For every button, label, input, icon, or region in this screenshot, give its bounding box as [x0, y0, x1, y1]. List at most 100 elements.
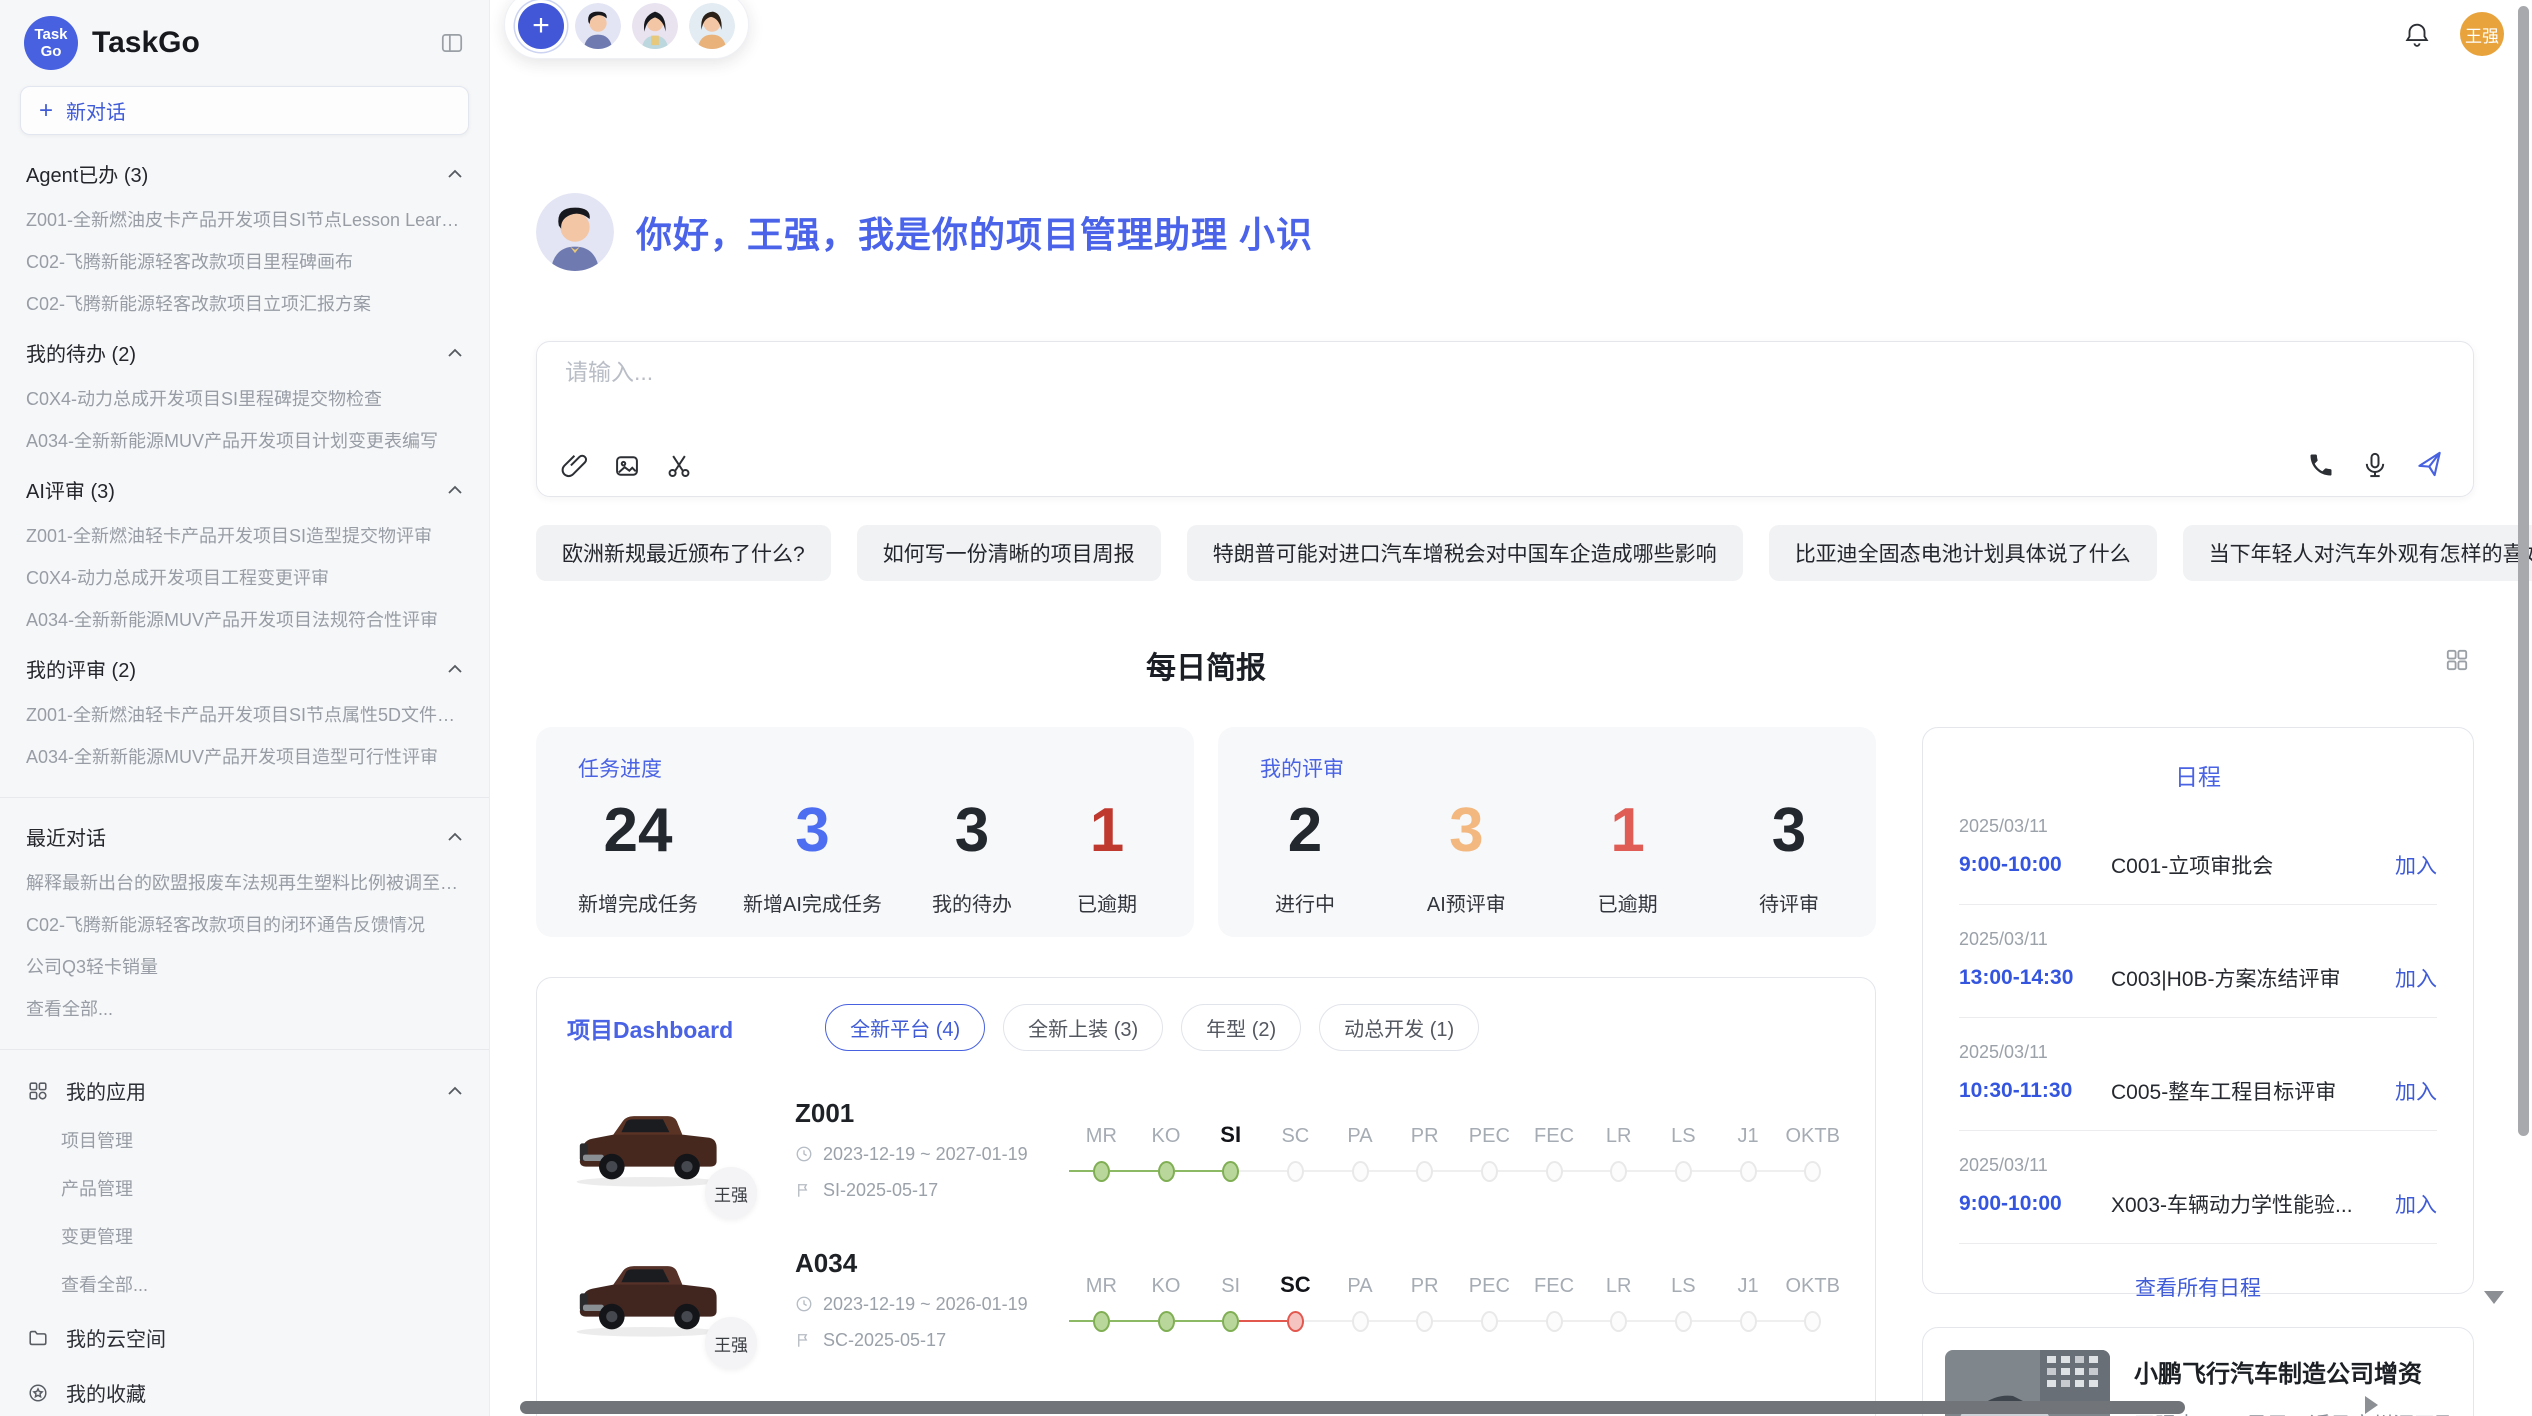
section-ai-review[interactable]: AI评审 (3) [26, 475, 463, 504]
recent-chat-item[interactable]: 解释最新出台的欧盟报废车法规再生塑料比例被调至15%... [26, 874, 463, 893]
scroll-right-arrow[interactable] [2365, 1396, 2378, 1414]
apps-view-all[interactable]: 查看全部... [61, 1271, 463, 1297]
chevron-up-icon [447, 348, 463, 358]
event-time: 10:30-11:30 [1959, 1079, 2111, 1103]
recent-chat-item[interactable]: C02-飞腾新能源轻客改款项目的闭环通告反馈情况 [26, 916, 463, 935]
suggestion-chip[interactable]: 欧洲新规最近颁布了什么? [536, 525, 831, 581]
favorites-label: 我的收藏 [66, 1378, 146, 1407]
sidebar-task-item[interactable]: C0X4-动力总成开发项目工程变更评审 [26, 569, 463, 588]
attachment-icon[interactable] [561, 452, 589, 480]
sidebar-collapse-icon[interactable] [439, 30, 465, 56]
project-owner-badge: 王强 [705, 1317, 757, 1369]
project-dashboard-card: 项目Dashboard 全新平台 (4) 全新上装 (3) 年型 (2) 动总开… [536, 977, 1876, 1416]
pickup-truck-image [567, 1247, 727, 1343]
phone-call-icon[interactable] [2307, 451, 2335, 479]
sidebar-task-item[interactable]: A034-全新新能源MUV产品开发项目造型可行性评审 [26, 748, 463, 767]
sidebar-task-item[interactable]: Z001-全新燃油轻卡产品开发项目SI造型提交物评审 [26, 527, 463, 546]
event-date: 2025/03/11 [1959, 1042, 2437, 1063]
join-link[interactable]: 加入 [2395, 1076, 2437, 1106]
composer-right-icons [2307, 450, 2445, 480]
sidebar-task-item[interactable]: C0X4-动力总成开发项目SI里程碑提交物检查 [26, 390, 463, 409]
sidebar-task-item[interactable]: C02-飞腾新能源轻客改款项目里程碑画布 [26, 253, 463, 272]
milestone-mr: MR [1069, 1266, 1134, 1332]
scissors-icon[interactable] [665, 452, 693, 480]
agent-avatar-1[interactable] [575, 3, 621, 49]
event-name: C003|H0B-方案冻结评审 [2111, 963, 2395, 993]
vertical-scrollbar[interactable] [2518, 6, 2529, 1136]
flag-icon [795, 1181, 813, 1199]
sidebar-task-item[interactable]: A034-全新新能源MUV产品开发项目法规符合性评审 [26, 611, 463, 630]
app-item-change-mgmt[interactable]: 变更管理 [61, 1223, 463, 1249]
section-label: Agent已办 (3) [26, 159, 148, 188]
tab-new-body[interactable]: 全新上装 (3) [1003, 1004, 1163, 1051]
send-icon[interactable] [2415, 450, 2445, 480]
project-row[interactable]: 王强 Z001 2023-12-19 ~ 2027-01-19 [567, 1097, 1845, 1201]
milestone-track: MRKOSISCPAPRPECFECLRLSJ1OKTB [1069, 1266, 1845, 1332]
sidebar-item-cloud-space[interactable]: 我的云空间 [26, 1323, 463, 1352]
milestone-pec: PEC [1457, 1116, 1522, 1182]
project-row[interactable]: 王强 A034 2023-12-19 ~ 2026-01-19 [567, 1247, 1845, 1351]
join-link[interactable]: 加入 [2395, 1189, 2437, 1219]
sidebar-divider [0, 797, 489, 798]
sidebar-header: Task Go TaskGo [24, 16, 465, 70]
new-session-button[interactable]: + [518, 3, 564, 49]
tab-model-year[interactable]: 年型 (2) [1181, 1004, 1301, 1051]
stat-in-progress: 2 进行中 [1260, 795, 1350, 917]
section-my-review[interactable]: 我的评审 (2) [26, 654, 463, 683]
microphone-icon[interactable] [2361, 451, 2389, 479]
sidebar-task-item[interactable]: A034-全新新能源MUV产品开发项目计划变更表编写 [26, 432, 463, 451]
horizontal-scrollbar[interactable] [520, 1401, 2185, 1414]
join-link[interactable]: 加入 [2395, 850, 2437, 880]
section-recent-chats[interactable]: 最近对话 [26, 822, 463, 851]
section-label: 最近对话 [26, 822, 106, 851]
sidebar: Task Go TaskGo + 新对话 Agent已办 (3) Z001-全新… [0, 0, 490, 1416]
layout-grid-icon[interactable] [2444, 647, 2470, 678]
schedule-event: 2025/03/11 9:00-10:00 X003-车辆动力学性能验... 加… [1959, 1155, 2437, 1244]
tab-new-platform[interactable]: 全新平台 (4) [825, 1004, 985, 1051]
recent-chat-item[interactable]: 公司Q3轻卡销量 [26, 958, 463, 977]
section-my-todo[interactable]: 我的待办 (2) [26, 338, 463, 367]
my-review-card: 我的评审 2 进行中 3 AI预评审 [1218, 727, 1876, 937]
sidebar-item-favorites[interactable]: 我的收藏 [26, 1378, 463, 1407]
milestone-oktb: OKTB [1780, 1116, 1845, 1182]
session-switcher: + [504, 0, 749, 59]
section-agent-done[interactable]: Agent已办 (3) [26, 159, 463, 188]
user-avatar[interactable]: 王强 [2460, 12, 2504, 56]
event-time: 9:00-10:00 [1959, 1192, 2111, 1216]
suggestion-chips: 欧洲新规最近颁布了什么? 如何写一份清晰的项目周报 特朗普可能对进口汽车增税会对… [536, 525, 2474, 581]
app-item-project-mgmt[interactable]: 项目管理 [61, 1127, 463, 1153]
suggestion-chip[interactable]: 特朗普可能对进口汽车增税会对中国车企造成哪些影响 [1187, 525, 1743, 581]
join-link[interactable]: 加入 [2395, 963, 2437, 993]
main-content: 你好，王强，我是你的项目管理助理 小识 [490, 193, 2532, 1416]
agent-avatar-2[interactable] [632, 3, 678, 49]
milestone-si: SI [1198, 1266, 1263, 1332]
milestone-ko: KO [1134, 1116, 1199, 1182]
milestone-track: MRKOSISCPAPRPECFECLRLSJ1OKTB [1069, 1116, 1845, 1182]
stat-pending-review: 3 待评审 [1744, 795, 1834, 917]
suggestion-chip[interactable]: 比亚迪全固态电池计划具体说了什么 [1769, 525, 2157, 581]
chat-input[interactable] [563, 358, 2447, 387]
sidebar-task-item[interactable]: C02-飞腾新能源轻客改款项目立项汇报方案 [26, 295, 463, 314]
new-chat-button[interactable]: + 新对话 [20, 86, 469, 135]
view-all-schedules-link[interactable]: 查看所有日程 [1959, 1272, 2437, 1302]
notification-bell-icon[interactable] [2402, 19, 2432, 49]
recent-chats-view-all[interactable]: 查看全部... [26, 1000, 463, 1019]
flag-icon [795, 1331, 813, 1349]
scroll-down-arrow[interactable] [2484, 1291, 2504, 1304]
agent-avatar-3[interactable] [689, 3, 735, 49]
sidebar-item-my-apps[interactable]: 我的应用 [26, 1076, 463, 1105]
sidebar-task-item[interactable]: Z001-全新燃油轻卡产品开发项目SI节点属性5D文件评审 [26, 706, 463, 725]
image-icon[interactable] [613, 452, 641, 480]
schedule-event: 2025/03/11 9:00-10:00 C001-立项审批会 加入 [1959, 816, 2437, 905]
app-logo: Task Go [24, 16, 78, 70]
sidebar-task-item[interactable]: Z001-全新燃油皮卡产品开发项目SI节点Lesson Learn报告 [26, 211, 463, 230]
composer-left-icons [561, 452, 693, 480]
milestone-j1: J1 [1716, 1116, 1781, 1182]
suggestion-chip[interactable]: 如何写一份清晰的项目周报 [857, 525, 1161, 581]
suggestion-chip[interactable]: 当下年轻人对汽车外观有怎样的喜好趋势 [2183, 525, 2532, 581]
event-name: X003-车辆动力学性能验... [2111, 1189, 2395, 1219]
greeting-block: 你好，王强，我是你的项目管理助理 小识 [536, 193, 2474, 271]
milestone-ko: KO [1134, 1266, 1199, 1332]
tab-powertrain[interactable]: 动总开发 (1) [1319, 1004, 1479, 1051]
app-item-product-mgmt[interactable]: 产品管理 [61, 1175, 463, 1201]
